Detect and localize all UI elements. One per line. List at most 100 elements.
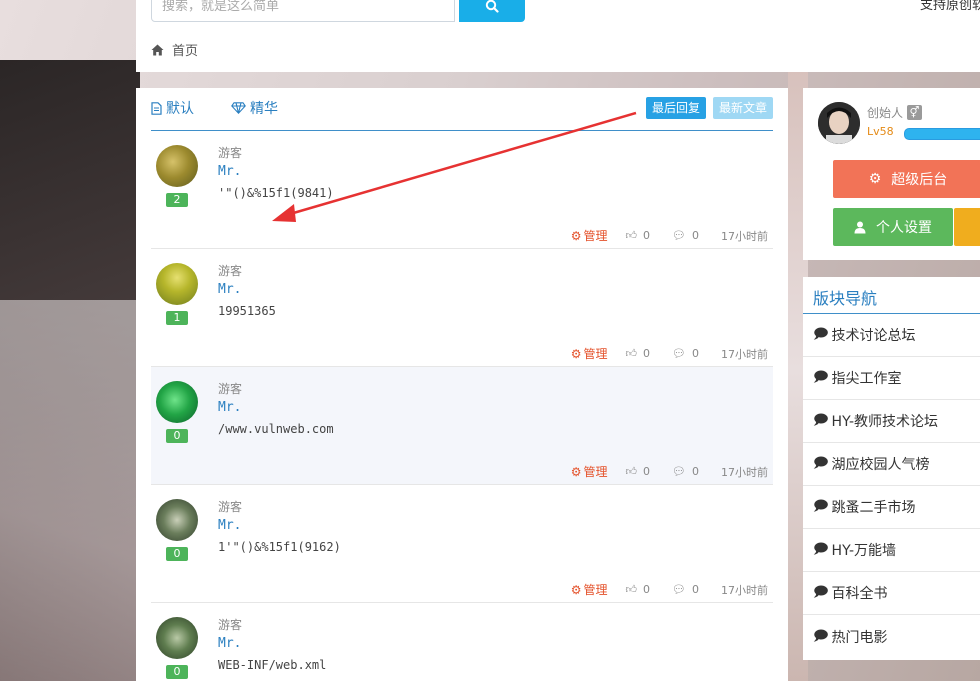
background-shoulder-image xyxy=(0,300,140,681)
chat-bubble-icon: 🗩︎ xyxy=(813,412,829,428)
sort-newest-button[interactable]: 最新文章 xyxy=(713,97,773,119)
diamond-icon xyxy=(231,102,246,114)
like-count: 0 xyxy=(643,347,651,360)
header: 支持原创软件 首页 xyxy=(136,0,980,72)
manage-label: 管理 xyxy=(583,465,608,479)
board-item-label: 跳蚤二手市场 xyxy=(831,500,916,516)
post-item[interactable]: 1 游客 Mr. 19951365 ⚙ 管理 👍︎ 0 💬︎ 0 17小时前 xyxy=(151,249,773,367)
avatar[interactable] xyxy=(156,381,198,423)
user-type: 游客 xyxy=(218,618,243,632)
avatar[interactable] xyxy=(156,145,198,187)
user-profile-panel: 创始人 ⚥ Lv58 ⚙ 超级后台 个人设置 xyxy=(803,88,980,260)
post-item[interactable]: 0 游客 Mr. /www.vulnweb.com ⚙ 管理 👍︎ 0 💬︎ 0 17… xyxy=(151,367,773,485)
document-icon xyxy=(151,101,162,115)
thumbs-up-icon: 👍︎ xyxy=(625,583,638,596)
post-count-badge: 0 xyxy=(166,429,188,443)
post-content[interactable]: 19951365 xyxy=(218,304,276,318)
breadcrumb-home[interactable]: 首页 xyxy=(172,40,198,59)
comment-count: 0 xyxy=(692,465,699,478)
board-nav-title: 版块导航 xyxy=(813,289,878,308)
personal-settings-label: 个人设置 xyxy=(876,220,932,236)
post-list-panel: 默认 精华 最后回复 最新文章 2 游客 Mr. '"()&%15f1(9841… xyxy=(136,88,788,681)
tab-default[interactable]: 默认 xyxy=(151,98,194,118)
chat-bubble-icon: 🗩︎ xyxy=(813,541,829,557)
post-tabs: 默认 精华 最后回复 最新文章 xyxy=(151,88,773,131)
post-author[interactable]: Mr. xyxy=(218,518,241,533)
board-item[interactable]: 🗩︎ 湖应校园人气榜 xyxy=(803,443,980,486)
chat-bubble-icon: 🗩︎ xyxy=(813,369,829,385)
super-admin-button[interactable]: ⚙ 超级后台 xyxy=(833,160,980,198)
like-button[interactable]: 👍︎ 0 xyxy=(626,229,651,242)
avatar[interactable] xyxy=(156,617,198,659)
manage-link[interactable]: ⚙ 管理 xyxy=(571,227,608,244)
avatar[interactable] xyxy=(818,102,860,144)
message-button[interactable] xyxy=(954,208,980,246)
like-count: 0 xyxy=(643,465,651,478)
gears-icon: ⚙ xyxy=(570,346,582,361)
post-meta: ⚙ 管理 👍︎ 0 💬︎ 0 17小时前 xyxy=(571,345,768,362)
gears-icon: ⚙ xyxy=(570,464,582,479)
board-item-label: 百科全书 xyxy=(831,586,888,602)
post-author[interactable]: Mr. xyxy=(218,636,241,651)
comment-icon: 💬︎ xyxy=(672,229,686,242)
user-type: 游客 xyxy=(218,382,243,396)
search-input[interactable] xyxy=(151,0,455,22)
comment-button[interactable]: 💬︎ 0 xyxy=(672,347,699,360)
like-count: 0 xyxy=(643,583,651,596)
like-button[interactable]: 👍︎ 0 xyxy=(626,583,651,596)
chat-bubble-icon: 🗩︎ xyxy=(813,584,829,600)
board-item-label: 指尖工作室 xyxy=(831,371,902,387)
tab-elite[interactable]: 精华 xyxy=(231,98,278,118)
manage-link[interactable]: ⚙ 管理 xyxy=(571,345,608,362)
post-item[interactable]: 0 游客 Mr. 1'"()&%15f1(9162) ⚙ 管理 👍︎ 0 💬︎ 0 1… xyxy=(151,485,773,603)
comment-button[interactable]: 💬︎ 0 xyxy=(672,583,699,596)
post-content[interactable]: /www.vulnweb.com xyxy=(218,422,334,436)
post-item[interactable]: 2 游客 Mr. '"()&%15f1(9841) ⚙ 管理 👍︎ 0 💬︎ 0 17… xyxy=(151,131,773,249)
comment-button[interactable]: 💬︎ 0 xyxy=(672,229,699,242)
post-count-badge: 0 xyxy=(166,547,188,561)
tab-elite-label: 精华 xyxy=(250,101,278,117)
user-type: 游客 xyxy=(218,500,243,514)
like-button[interactable]: 👍︎ 0 xyxy=(626,465,651,478)
avatar[interactable] xyxy=(156,499,198,541)
thumbs-up-icon: 👍︎ xyxy=(625,465,638,478)
board-item-label: 湖应校园人气榜 xyxy=(831,457,930,473)
tab-default-label: 默认 xyxy=(166,101,194,117)
chat-bubble-icon: 🗩︎ xyxy=(813,326,829,342)
manage-link[interactable]: ⚙ 管理 xyxy=(571,581,608,598)
post-author[interactable]: Mr. xyxy=(218,400,241,415)
search-button[interactable] xyxy=(459,0,525,22)
board-item[interactable]: 🗩︎ 技术讨论总坛 xyxy=(803,314,980,357)
post-content[interactable]: '"()&%15f1(9841) xyxy=(218,186,334,200)
post-content[interactable]: WEB-INF/web.xml xyxy=(218,658,326,672)
board-item[interactable]: 🗩︎ 跳蚤二手市场 xyxy=(803,486,980,529)
board-item[interactable]: 🗩︎ HY-万能墙 xyxy=(803,529,980,572)
post-author[interactable]: Mr. xyxy=(218,164,241,179)
board-item[interactable]: 🗩︎ 指尖工作室 xyxy=(803,357,980,400)
board-item[interactable]: 🗩︎ HY-教师技术论坛 xyxy=(803,400,980,443)
board-item[interactable]: 🗩︎ 百科全书 xyxy=(803,572,980,615)
post-author[interactable]: Mr. xyxy=(218,282,241,297)
post-count-badge: 0 xyxy=(166,665,188,679)
manage-link[interactable]: ⚙ 管理 xyxy=(571,463,608,480)
sort-last-reply-button[interactable]: 最后回复 xyxy=(646,97,707,119)
breadcrumb: 首页 xyxy=(151,40,198,59)
post-item[interactable]: 0 游客 Mr. WEB-INF/web.xml xyxy=(151,603,773,681)
user-type: 游客 xyxy=(218,264,243,278)
chat-bubble-icon: 🗩︎ xyxy=(813,455,829,471)
post-time: 17小时前 xyxy=(721,465,768,479)
board-item[interactable]: 🗩︎ 热门电影 xyxy=(803,615,980,658)
post-time: 17小时前 xyxy=(721,229,768,243)
manage-label: 管理 xyxy=(583,583,608,597)
like-button[interactable]: 👍︎ 0 xyxy=(626,347,651,360)
gear-icon: ⚙ xyxy=(868,171,882,187)
personal-settings-button[interactable]: 个人设置 xyxy=(833,208,953,246)
avatar[interactable] xyxy=(156,263,198,305)
post-count-badge: 1 xyxy=(166,311,188,325)
thumbs-up-icon: 👍︎ xyxy=(625,347,638,360)
user-portrait-icon xyxy=(818,102,860,144)
comment-button[interactable]: 💬︎ 0 xyxy=(672,465,699,478)
gears-icon: ⚙ xyxy=(570,582,582,597)
post-content[interactable]: 1'"()&%15f1(9162) xyxy=(218,540,341,554)
username-text: 创始人 xyxy=(867,106,904,120)
